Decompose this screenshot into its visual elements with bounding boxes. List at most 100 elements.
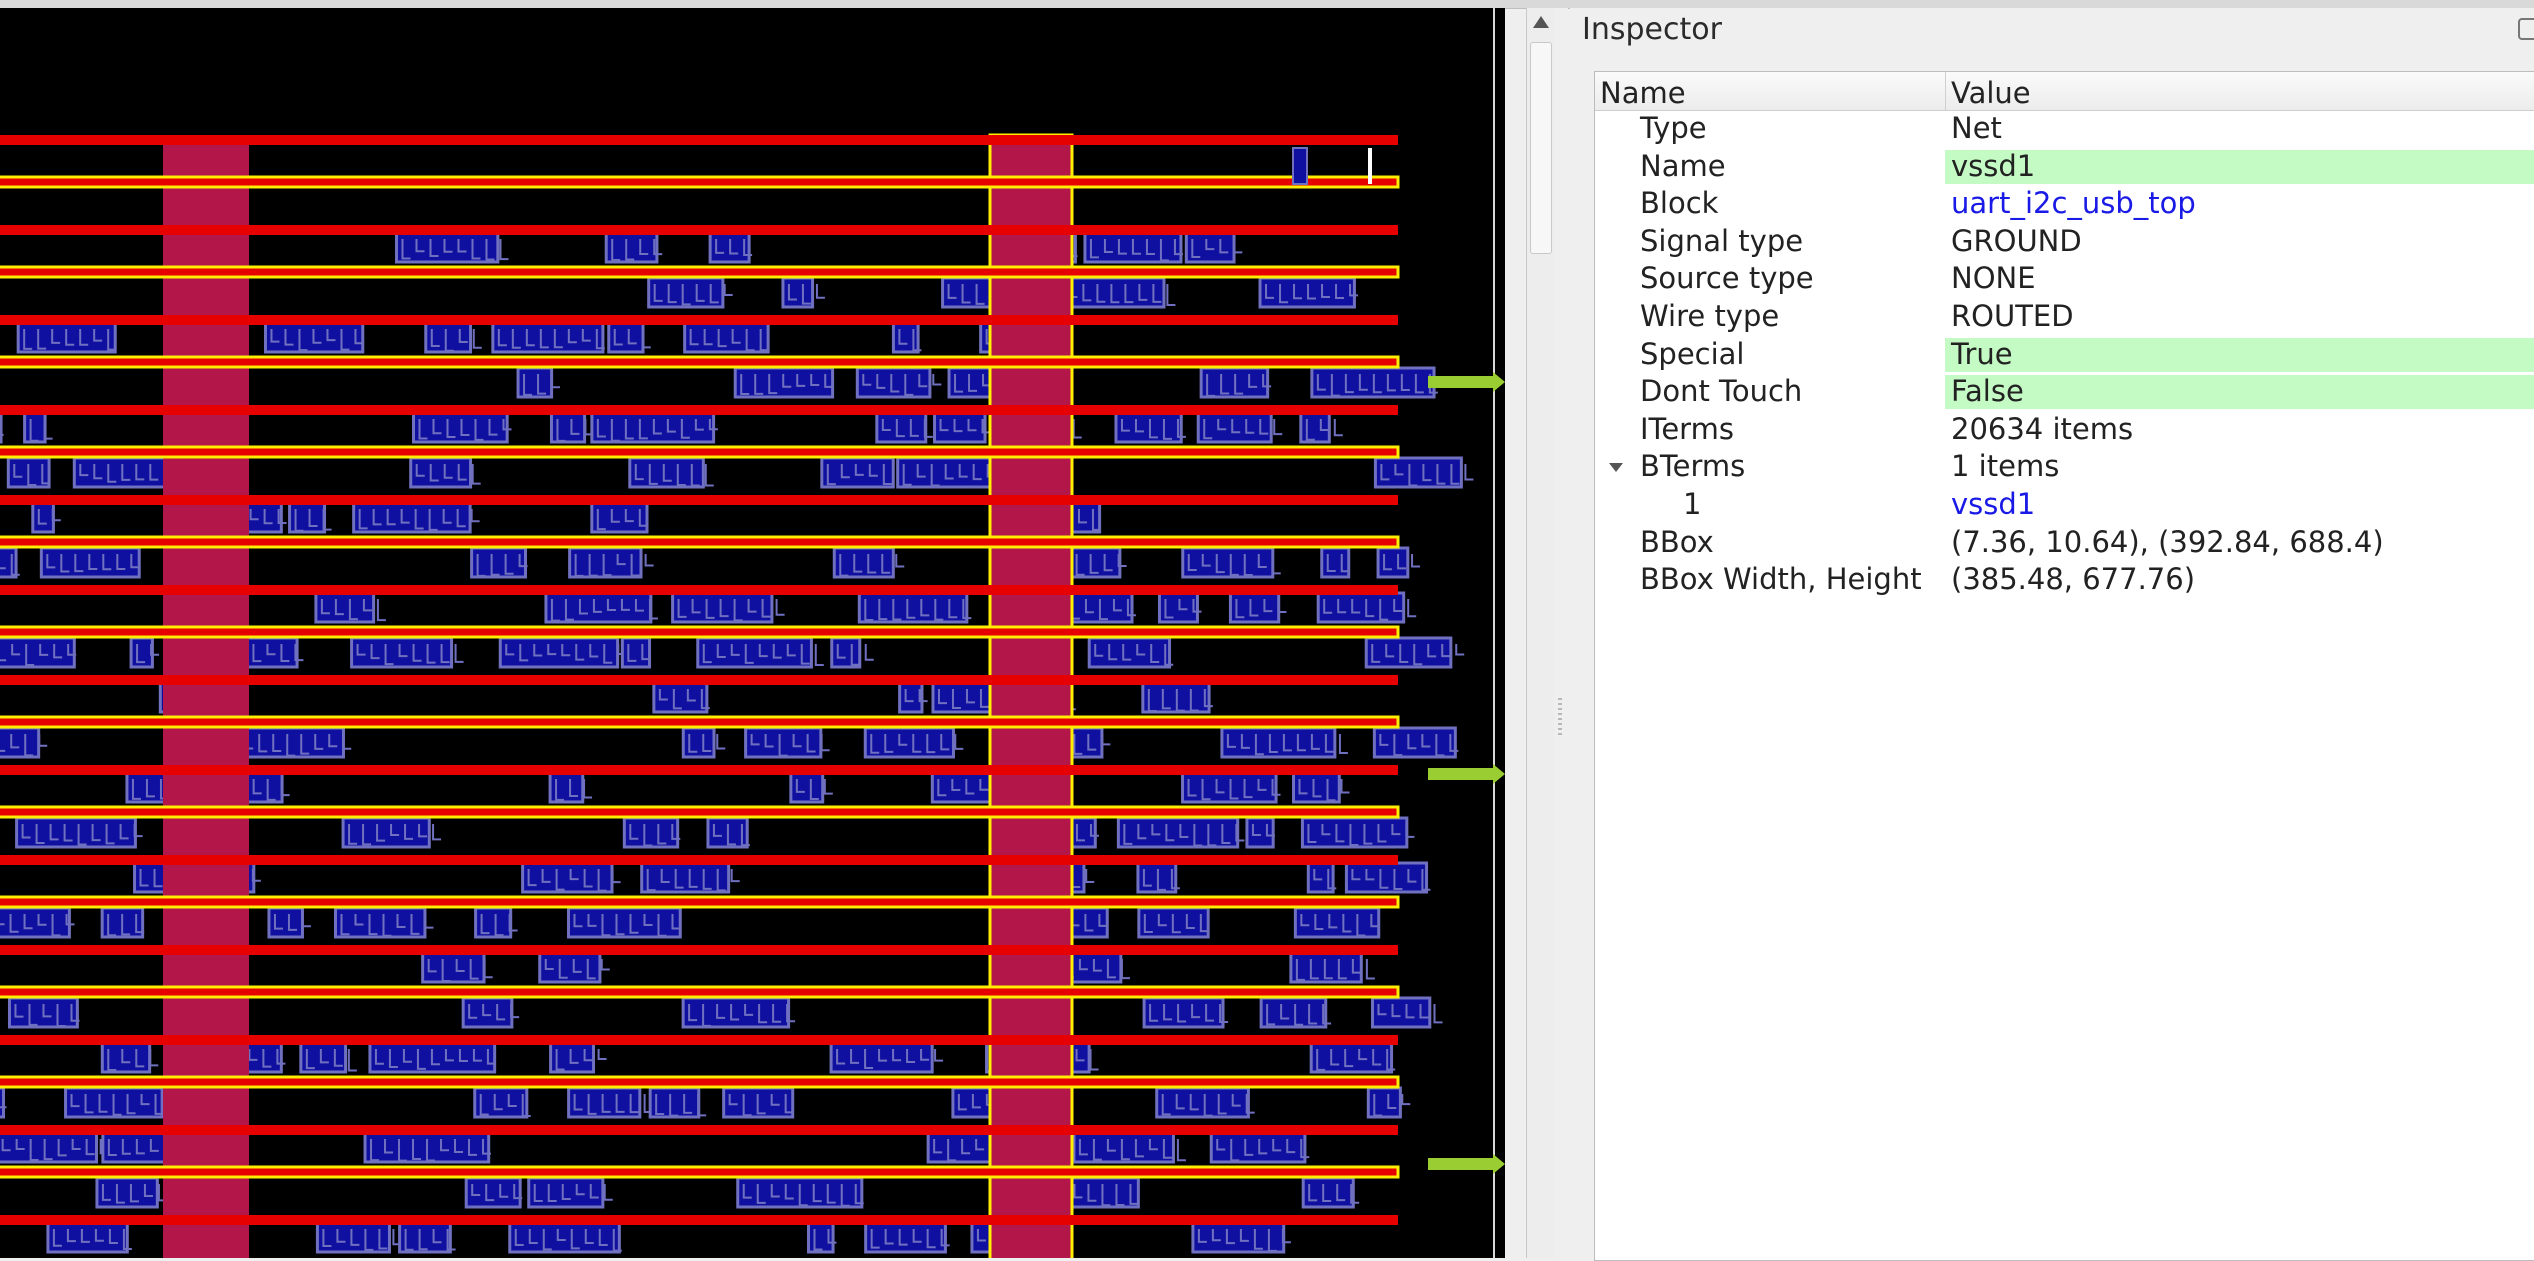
std-cell: [1072, 1131, 1175, 1164]
layout-drawing[interactable]: [0, 8, 1505, 1258]
power-rail: [0, 135, 1398, 145]
property-row-iterms[interactable]: ITerms 20634 items: [1595, 411, 2534, 449]
std-cell: [1220, 726, 1337, 759]
property-row-dont-touch[interactable]: Dont Touch False: [1595, 373, 2534, 411]
property-tree[interactable]: Name Value Type Net Name vssd1 Block uart_i2c…: [1594, 71, 2534, 1261]
column-header-value[interactable]: Value: [1951, 76, 2031, 110]
ground-rail-highlighted: [0, 715, 1400, 729]
std-cell: [1209, 1131, 1307, 1164]
std-cell: [930, 771, 998, 804]
std-cell: [409, 456, 473, 489]
std-cell: [1366, 1086, 1402, 1119]
std-cell: [412, 411, 509, 444]
property-row-type[interactable]: Type Net: [1595, 110, 2534, 148]
std-cell: [1372, 726, 1457, 759]
property-value: NONE: [1951, 261, 2036, 296]
property-row-bterms[interactable]: BTerms 1 items: [1595, 448, 2534, 486]
property-value-link[interactable]: uart_i2c_usb_top: [1951, 186, 2196, 220]
splitter-grip-icon: [1558, 698, 1562, 738]
property-value: False: [1951, 374, 2024, 409]
std-cell: [671, 591, 774, 624]
property-row-wire-type[interactable]: Wire type ROUTED: [1595, 298, 2534, 336]
std-cell: [464, 1176, 522, 1209]
std-cell: [640, 861, 731, 894]
std-cell: [1299, 411, 1331, 444]
ground-rail-highlighted: [0, 355, 1400, 369]
vertical-scrollbar[interactable]: [1526, 8, 1554, 1258]
bterm-arrow-icon: [1493, 1154, 1505, 1174]
std-cell: [1191, 1221, 1286, 1254]
power-stripe-left: [163, 135, 249, 1258]
header-separator[interactable]: [1945, 72, 1946, 110]
std-cell: [1373, 456, 1463, 489]
std-cell: [352, 501, 472, 534]
property-name: Dont Touch: [1640, 374, 1803, 409]
property-value: vssd1: [1951, 148, 2036, 183]
std-cell: [590, 501, 649, 534]
property-value: Net: [1951, 111, 2002, 145]
power-rail: [0, 495, 1398, 505]
power-rail: [0, 765, 1398, 775]
std-cell: [0, 1086, 6, 1119]
std-cell: [1293, 906, 1381, 939]
property-row-source-type[interactable]: Source type NONE: [1595, 260, 2534, 298]
property-value-link[interactable]: vssd1: [1951, 487, 2035, 521]
std-cell: [23, 411, 47, 444]
scroll-up-arrow-icon[interactable]: [1533, 16, 1549, 28]
std-cell: [933, 411, 987, 444]
std-cell: [31, 501, 55, 534]
scrollbar-thumb[interactable]: [1530, 42, 1552, 254]
std-cell: [461, 996, 514, 1029]
std-cell: [820, 456, 895, 489]
io-pin-thin: [1368, 148, 1372, 184]
std-cell: [1181, 771, 1278, 804]
std-cell: [875, 411, 928, 444]
std-cell: [1114, 411, 1183, 444]
property-row-signal-type[interactable]: Signal type GROUND: [1595, 223, 2534, 261]
property-row-block[interactable]: Block uart_i2c_usb_top: [1595, 185, 2534, 223]
std-cell: [508, 1221, 621, 1254]
property-name: Name: [1640, 148, 1726, 183]
std-cell: [0, 726, 41, 759]
bterm-marker: [1428, 768, 1493, 780]
die-boundary: [1493, 8, 1495, 1258]
property-row-bbox[interactable]: BBox (7.36, 10.64), (392.84, 688.4): [1595, 524, 2534, 562]
std-cell: [1300, 816, 1409, 849]
std-cell: [0, 546, 18, 579]
power-rail: [0, 1215, 1398, 1225]
undock-icon[interactable]: [2518, 18, 2534, 40]
property-value: ROUTED: [1951, 299, 2074, 333]
std-cell: [1245, 816, 1275, 849]
std-cell: [1155, 1086, 1250, 1119]
property-row-1[interactable]: 1 vssd1: [1595, 486, 2534, 524]
tree-header: Name Value: [1595, 72, 2534, 111]
property-name: Type: [1640, 111, 1707, 145]
dock-splitter[interactable]: [1554, 8, 1568, 1258]
std-cell: [0, 411, 3, 444]
power-rail: [0, 315, 1398, 325]
power-rail: [0, 945, 1398, 955]
ground-rail-highlighted: [0, 625, 1400, 639]
layout-view[interactable]: [0, 8, 1505, 1258]
property-name: Wire type: [1640, 299, 1780, 333]
std-cell: [548, 771, 585, 804]
property-value: 20634 items: [1951, 411, 2134, 446]
property-row-special[interactable]: Special True: [1595, 336, 2534, 374]
std-cell: [350, 636, 454, 669]
expand-arrow-icon[interactable]: [1609, 463, 1623, 473]
std-cell: [896, 456, 1003, 489]
std-cell: [1301, 1176, 1355, 1209]
column-header-name[interactable]: Name: [1600, 76, 1686, 110]
property-row-bbox-width-height[interactable]: BBox Width, Height (385.48, 677.76): [1595, 561, 2534, 599]
std-cell: [314, 591, 376, 624]
std-cell: [1309, 1041, 1394, 1074]
ground-rail-highlighted: [0, 895, 1400, 909]
power-rail: [0, 675, 1398, 685]
property-value: (385.48, 677.76): [1951, 562, 2196, 597]
property-row-name[interactable]: Name vssd1: [1595, 148, 2534, 186]
power-rail: [0, 405, 1398, 415]
std-cell: [394, 231, 500, 264]
std-cell: [622, 816, 680, 849]
ground-rail-highlighted: [0, 535, 1400, 549]
property-name: Block: [1640, 186, 1719, 221]
